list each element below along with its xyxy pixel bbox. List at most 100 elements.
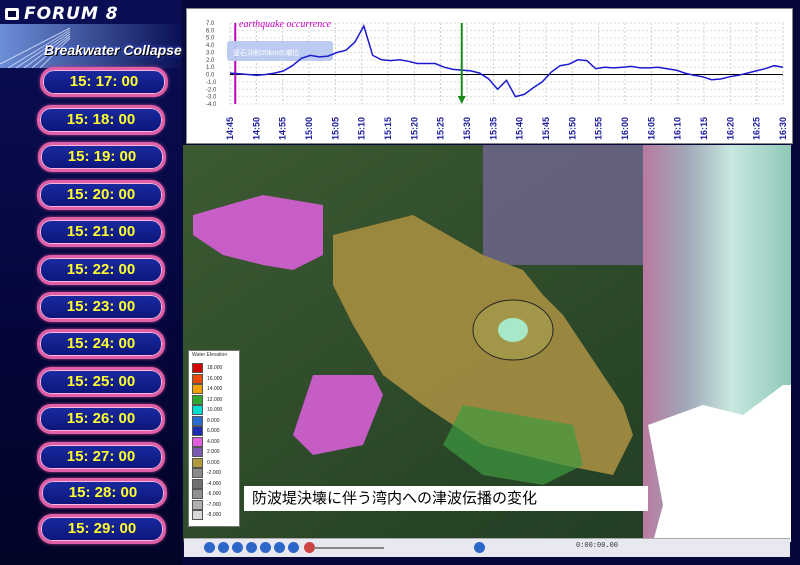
legend-item: 4.000 xyxy=(192,436,220,447)
legend-label: 6.000 xyxy=(207,428,220,434)
x-tick-label: 15:35 xyxy=(488,117,498,140)
time-button-1527[interactable]: 15: 27: 00 xyxy=(37,442,165,472)
legend-title: Water Elevation xyxy=(192,352,228,358)
x-tick-label: 16:00 xyxy=(620,117,630,140)
legend-item: 2.000 xyxy=(192,447,220,457)
map-caption: 防波堤決壊に伴う湾内への津波伝播の変化 xyxy=(244,486,648,511)
x-tick-label: 15:50 xyxy=(567,117,577,140)
time-button-1518[interactable]: 15: 18: 00 xyxy=(37,105,165,135)
legend-label: 12.000 xyxy=(207,396,223,403)
time-slider[interactable] xyxy=(314,547,384,549)
tsunami-map xyxy=(183,145,791,542)
x-tick-label: 15:00 xyxy=(304,117,314,140)
pause-icon[interactable] xyxy=(232,542,243,553)
time-button-1528[interactable]: 15: 28: 00 xyxy=(39,478,167,508)
x-tick-label: 16:05 xyxy=(646,117,656,140)
step-forward-icon[interactable] xyxy=(274,542,285,553)
legend-label: -7.000 xyxy=(207,501,222,508)
legend-item: 14.000 xyxy=(192,384,222,394)
stop-icon[interactable] xyxy=(246,542,257,553)
y-tick-label: 4.0 xyxy=(206,43,215,49)
y-tick-label: 2.0 xyxy=(206,58,215,64)
annotation-callout: 釜石沖約20kmの潮位 xyxy=(227,41,333,61)
subtitle: Breakwater Collapse xyxy=(44,42,182,58)
y-tick-label: -3.0 xyxy=(206,95,217,101)
legend-swatch xyxy=(192,436,203,447)
play-icon[interactable] xyxy=(260,542,271,553)
y-tick-label: -1.0 xyxy=(206,80,217,86)
x-tick-label: 15:20 xyxy=(409,117,419,140)
legend-item: -6.000 xyxy=(192,489,221,499)
time-button-1521[interactable]: 15: 21: 00 xyxy=(37,217,165,247)
chart-grid-x xyxy=(229,23,784,104)
legend-item: 12.000 xyxy=(192,394,223,405)
x-tick-label: 15:15 xyxy=(383,117,393,140)
y-tick-label: -2.0 xyxy=(206,87,217,93)
x-tick-label: 14:45 xyxy=(225,117,235,140)
legend-swatch xyxy=(192,373,203,384)
x-tick-label: 15:10 xyxy=(357,117,367,140)
legend-label: 16.000 xyxy=(207,375,223,382)
legend-item: 16.000 xyxy=(192,373,223,384)
time-button-1522[interactable]: 15: 22: 00 xyxy=(37,255,165,285)
x-tick-label: 14:50 xyxy=(251,117,261,140)
time-button-1520[interactable]: 15: 20: 00 xyxy=(37,180,165,210)
logo-text: FORUM 8 xyxy=(24,4,119,24)
time-button-1524[interactable]: 15: 24: 00 xyxy=(37,329,165,359)
time-button-1519[interactable]: 15: 19: 00 xyxy=(38,142,166,172)
y-tick-label: -4.0 xyxy=(206,102,217,108)
legend-label: 18.000 xyxy=(207,365,223,371)
legend-label: -2.000 xyxy=(207,470,222,476)
chart-title: earthquake occurrence xyxy=(239,19,332,30)
legend-swatch xyxy=(192,415,203,426)
legend-swatch xyxy=(192,405,203,415)
legend-label: -4.000 xyxy=(207,480,222,487)
rewind-icon[interactable] xyxy=(204,542,215,553)
legend-item: 6.000 xyxy=(192,426,220,436)
legend-item: 10.000 xyxy=(192,405,222,415)
legend-swatch xyxy=(192,457,203,468)
time-button-1525[interactable]: 15: 25: 00 xyxy=(37,367,165,397)
x-tick-label: 16:15 xyxy=(699,117,709,140)
x-axis-ticks: 14:45 14:50 14:55 15:00 15:05 15:10 15:15 15:20… xyxy=(225,117,788,140)
elevation-legend: Water Elevation 18.000 16.000 14.000 12.000… xyxy=(188,350,240,527)
x-tick-label: 15:30 xyxy=(462,117,472,140)
x-tick-label: 15:40 xyxy=(515,117,525,140)
legend-swatch xyxy=(192,468,203,478)
fast-forward-icon[interactable] xyxy=(288,542,299,553)
time-button-1517[interactable]: 15: 17: 00 xyxy=(40,67,168,97)
time-button-1526[interactable]: 15: 26: 00 xyxy=(37,404,165,434)
x-tick-label: 15:45 xyxy=(541,117,551,140)
legend-item: 18.000 xyxy=(192,363,222,373)
chart-grid-y xyxy=(230,22,783,105)
logo: FORUM 8 xyxy=(4,4,119,24)
sidebar: FORUM 8 Breakwater Collapse 15: 17: 00 1… xyxy=(0,0,182,565)
x-tick-label: 15:55 xyxy=(594,117,604,140)
legend-item: 8.000 xyxy=(192,415,220,426)
y-tick-label: 0.0 xyxy=(206,73,215,79)
step-back-icon[interactable] xyxy=(218,542,229,553)
legend-swatch xyxy=(192,384,203,394)
tide-chart: earthquake occurrence 釜石沖約20kmの潮位 7.06.0… xyxy=(186,8,793,144)
x-tick-label: 16:30 xyxy=(778,117,788,140)
forum8-logo-icon xyxy=(5,8,19,20)
legend-label: 8.000 xyxy=(207,417,220,424)
x-tick-label: 16:25 xyxy=(752,117,762,140)
x-tick-label: 15:05 xyxy=(330,117,340,140)
x-tick-label: 16:20 xyxy=(725,117,735,140)
legend-swatch xyxy=(192,478,203,489)
time-button-1529[interactable]: 15: 29: 00 xyxy=(38,514,166,544)
legend-swatch xyxy=(192,499,203,510)
camera-icon[interactable] xyxy=(474,542,485,553)
current-time-arrow xyxy=(457,23,466,104)
x-tick-label: 15:25 xyxy=(436,117,446,140)
time-button-1523[interactable]: 15: 23: 00 xyxy=(37,292,165,322)
legend-label: 14.000 xyxy=(207,386,223,392)
legend-item: -4.000 xyxy=(192,478,222,489)
y-tick-label: 7.0 xyxy=(206,21,215,27)
legend-label: -8.000 xyxy=(207,512,222,518)
y-tick-label: 1.0 xyxy=(206,65,215,71)
legend-swatch xyxy=(192,447,203,457)
legend-item: -7.000 xyxy=(192,499,222,510)
legend-swatch xyxy=(192,363,203,373)
